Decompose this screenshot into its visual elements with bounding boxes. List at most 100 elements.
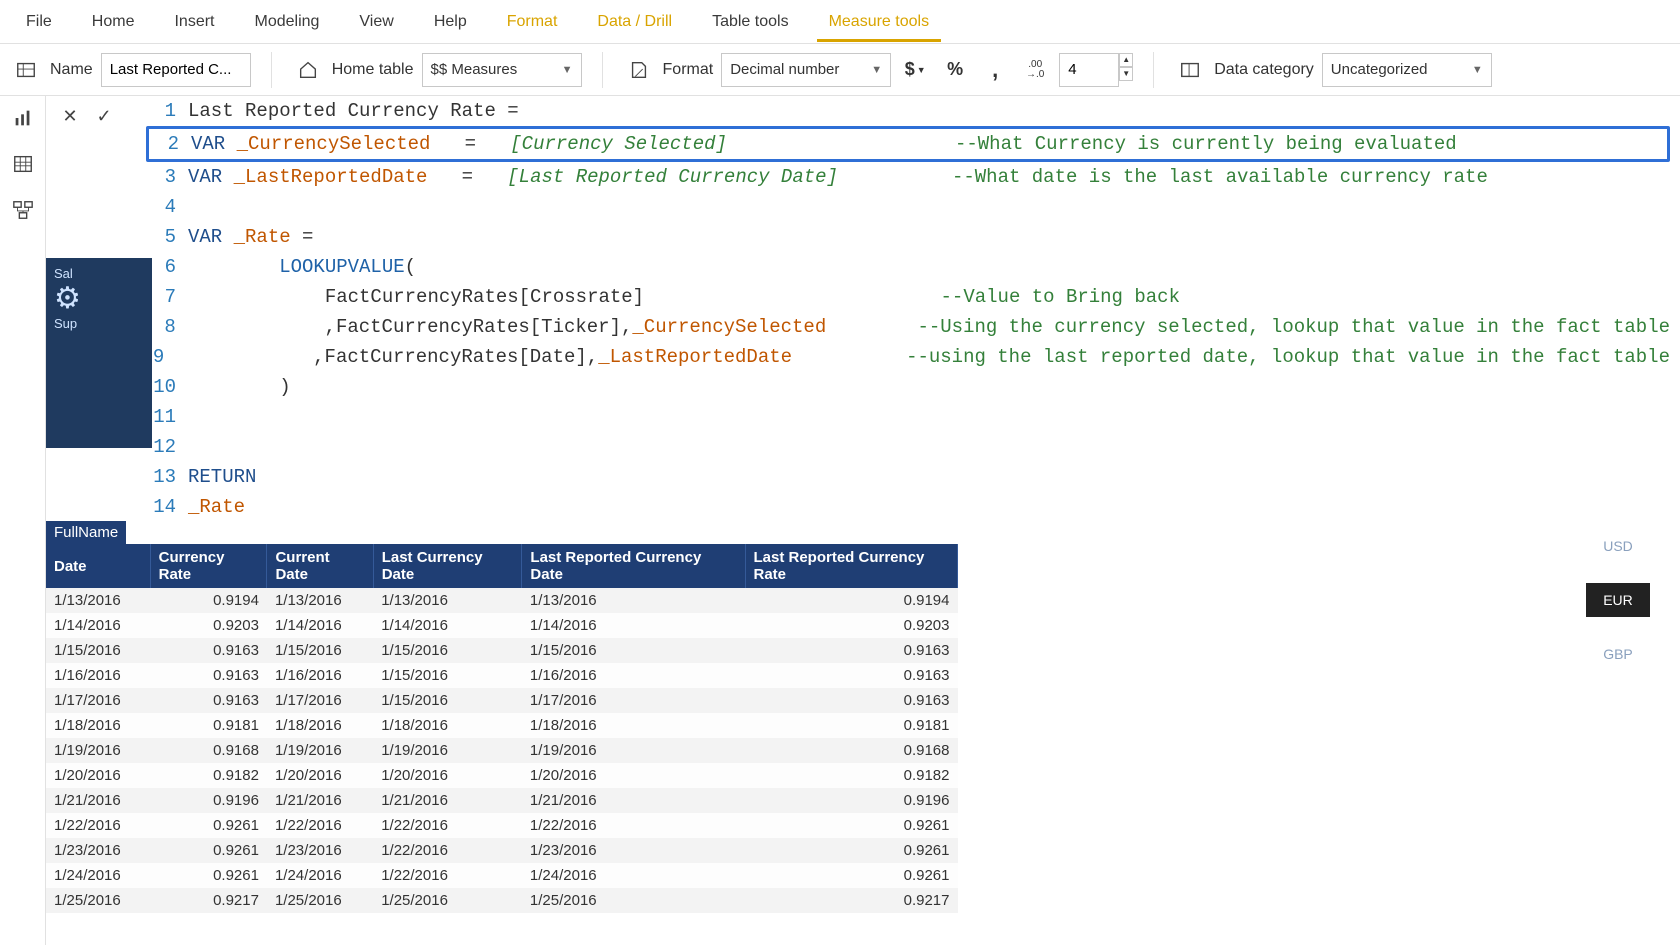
column-header[interactable]: Current Date bbox=[267, 544, 373, 588]
cell: 0.9181 bbox=[150, 713, 267, 738]
code-line[interactable]: 10 ) bbox=[146, 372, 1670, 402]
menu-view[interactable]: View bbox=[339, 3, 413, 41]
menu-home[interactable]: Home bbox=[72, 3, 155, 41]
table-row[interactable]: 1/18/20160.91811/18/20161/18/20161/18/20… bbox=[46, 713, 958, 738]
table-row[interactable]: 1/19/20160.91681/19/20161/19/20161/19/20… bbox=[46, 738, 958, 763]
table-row[interactable]: 1/22/20160.92611/22/20161/22/20161/22/20… bbox=[46, 813, 958, 838]
cell: 1/13/2016 bbox=[373, 588, 522, 613]
column-header[interactable]: Date bbox=[46, 544, 150, 588]
menu-table-tools[interactable]: Table tools bbox=[692, 3, 809, 41]
code-line[interactable]: 14_Rate bbox=[146, 492, 1670, 522]
code-line[interactable]: 2VAR _CurrencySelected = [Currency Selec… bbox=[146, 126, 1670, 162]
decimal-places-input[interactable] bbox=[1059, 53, 1119, 87]
cell: 1/19/2016 bbox=[522, 738, 745, 763]
table-row[interactable]: 1/25/20160.92171/25/20161/25/20161/25/20… bbox=[46, 888, 958, 913]
slicer-item-usd[interactable]: USD bbox=[1586, 529, 1650, 563]
table-row[interactable]: 1/15/20160.91631/15/20161/15/20161/15/20… bbox=[46, 638, 958, 663]
code-line[interactable]: 12 bbox=[146, 432, 1670, 462]
cell: 0.9182 bbox=[745, 763, 958, 788]
line-number: 4 bbox=[146, 192, 188, 222]
code-line[interactable]: 3VAR _LastReportedDate = [Last Reported … bbox=[146, 162, 1670, 192]
cell: 1/23/2016 bbox=[46, 838, 150, 863]
separator bbox=[271, 52, 272, 88]
code-line[interactable]: 6 LOOKUPVALUE( bbox=[146, 252, 1670, 282]
code-line[interactable]: 5VAR _Rate = bbox=[146, 222, 1670, 252]
cell: 0.9194 bbox=[745, 588, 958, 613]
commit-formula-button[interactable]: ✓ bbox=[88, 100, 120, 132]
cell: 0.9261 bbox=[745, 813, 958, 838]
percent-button[interactable]: % bbox=[939, 54, 971, 86]
cell: 1/22/2016 bbox=[373, 813, 522, 838]
data-view-icon[interactable] bbox=[9, 150, 37, 178]
format-value: Decimal number bbox=[730, 61, 839, 78]
cell: 1/20/2016 bbox=[46, 763, 150, 788]
format-select[interactable]: Decimal number▼ bbox=[721, 53, 891, 87]
cell: 1/18/2016 bbox=[373, 713, 522, 738]
measure-name-input[interactable] bbox=[101, 53, 251, 87]
line-body: VAR _LastReportedDate = [Last Reported C… bbox=[188, 162, 1670, 192]
column-header[interactable]: Currency Rate bbox=[150, 544, 267, 588]
cell: 0.9261 bbox=[150, 838, 267, 863]
cell: 1/22/2016 bbox=[373, 838, 522, 863]
currency-button[interactable]: $▼ bbox=[899, 54, 931, 86]
table-row[interactable]: 1/21/20160.91961/21/20161/21/20161/21/20… bbox=[46, 788, 958, 813]
line-body: RETURN bbox=[188, 462, 1670, 492]
menu-format[interactable]: Format bbox=[487, 3, 578, 41]
decimal-spinner[interactable]: ▲▼ bbox=[1119, 53, 1133, 87]
menu-file[interactable]: File bbox=[6, 3, 72, 41]
table-row[interactable]: 1/23/20160.92611/23/20161/22/20161/23/20… bbox=[46, 838, 958, 863]
cell: 1/17/2016 bbox=[267, 688, 373, 713]
line-body: ,FactCurrencyRates[Ticker],_CurrencySele… bbox=[188, 312, 1670, 342]
cell: 0.9181 bbox=[745, 713, 958, 738]
report-view-icon[interactable] bbox=[9, 104, 37, 132]
code-line[interactable]: 9 ,FactCurrencyRates[Date],_LastReported… bbox=[146, 342, 1670, 372]
cell: 1/19/2016 bbox=[373, 738, 522, 763]
cell: 1/24/2016 bbox=[46, 863, 150, 888]
slicer-item-eur[interactable]: EUR bbox=[1586, 583, 1650, 617]
code-line[interactable]: 4 bbox=[146, 192, 1670, 222]
code-line[interactable]: 11 bbox=[146, 402, 1670, 432]
line-body: ,FactCurrencyRates[Date],_LastReportedDa… bbox=[176, 342, 1670, 372]
column-header[interactable]: Last Currency Date bbox=[373, 544, 522, 588]
cell: 1/23/2016 bbox=[267, 838, 373, 863]
cell: 0.9163 bbox=[150, 663, 267, 688]
code-line[interactable]: 13RETURN bbox=[146, 462, 1670, 492]
line-number: 1 bbox=[146, 96, 188, 126]
dax-editor[interactable]: 1Last Reported Currency Rate =2VAR _Curr… bbox=[146, 96, 1670, 521]
menu-insert[interactable]: Insert bbox=[154, 3, 234, 41]
cell: 1/17/2016 bbox=[46, 688, 150, 713]
code-line[interactable]: 1Last Reported Currency Rate = bbox=[146, 96, 1670, 126]
column-header[interactable]: Last Reported Currency Rate bbox=[745, 544, 958, 588]
menu-modeling[interactable]: Modeling bbox=[234, 3, 339, 41]
cell: 0.9261 bbox=[745, 838, 958, 863]
table-row[interactable]: 1/16/20160.91631/16/20161/15/20161/16/20… bbox=[46, 663, 958, 688]
separator bbox=[602, 52, 603, 88]
table-visual[interactable]: FullName DateCurrency RateCurrent DateLa… bbox=[46, 521, 958, 945]
slicer-item-gbp[interactable]: GBP bbox=[1586, 637, 1650, 671]
table-row[interactable]: 1/24/20160.92611/24/20161/22/20161/24/20… bbox=[46, 863, 958, 888]
menu-measure-tools[interactable]: Measure tools bbox=[809, 3, 950, 41]
formula-area: ✕ ✓ Sal ⚙ Sup 1Last Reported Currency Ra… bbox=[46, 96, 1680, 521]
decimal-places-icon: .00→.0 bbox=[1019, 54, 1051, 86]
cell: 1/15/2016 bbox=[373, 638, 522, 663]
table-row[interactable]: 1/17/20160.91631/17/20161/15/20161/17/20… bbox=[46, 688, 958, 713]
line-number: 9 bbox=[146, 342, 176, 372]
data-category-select[interactable]: Uncategorized▼ bbox=[1322, 53, 1492, 87]
home-table-select[interactable]: $$ Measures▼ bbox=[422, 53, 582, 87]
line-number: 3 bbox=[146, 162, 188, 192]
code-line[interactable]: 7 FactCurrencyRates[Crossrate] --Value t… bbox=[146, 282, 1670, 312]
cell: 1/20/2016 bbox=[522, 763, 745, 788]
table-row[interactable]: 1/14/20160.92031/14/20161/14/20161/14/20… bbox=[46, 613, 958, 638]
column-header[interactable]: Last Reported Currency Date bbox=[522, 544, 745, 588]
table-title: FullName bbox=[46, 521, 126, 544]
menu-help[interactable]: Help bbox=[414, 3, 487, 41]
thousands-button[interactable]: , bbox=[979, 54, 1011, 86]
model-view-icon[interactable] bbox=[9, 196, 37, 224]
menu-data-drill[interactable]: Data / Drill bbox=[577, 3, 692, 41]
code-line[interactable]: 8 ,FactCurrencyRates[Ticker],_CurrencySe… bbox=[146, 312, 1670, 342]
table-row[interactable]: 1/13/20160.91941/13/20161/13/20161/13/20… bbox=[46, 588, 958, 613]
cancel-formula-button[interactable]: ✕ bbox=[54, 100, 86, 132]
category-value: Uncategorized bbox=[1331, 61, 1428, 78]
table-row[interactable]: 1/20/20160.91821/20/20161/20/20161/20/20… bbox=[46, 763, 958, 788]
report-thumbnail[interactable]: Sal ⚙ Sup bbox=[46, 258, 152, 448]
